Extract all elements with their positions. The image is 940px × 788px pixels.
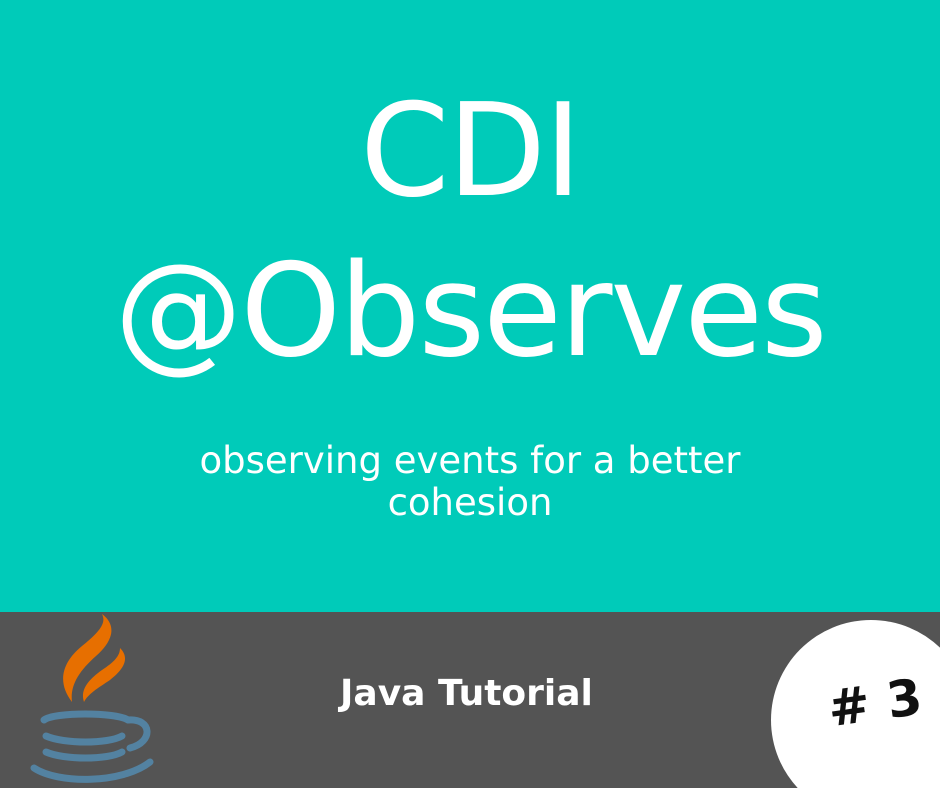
java-coffee-cup-icon xyxy=(30,614,154,783)
episode-number: # 3 xyxy=(824,667,926,739)
footer-panel: Java Tutorial # 3 xyxy=(0,612,940,788)
subtitle-line-2: cohesion xyxy=(387,480,553,524)
series-label: Java Tutorial xyxy=(340,673,593,714)
title-line-observes: @Observes xyxy=(114,237,827,386)
title-line-cdi: CDI xyxy=(360,77,582,226)
subtitle-line-1: observing events for a better xyxy=(199,439,741,482)
header-panel: CDI @Observes observing events for a bet… xyxy=(0,0,940,612)
episode-badge: # 3 xyxy=(771,620,940,788)
subtitle: observing events for a better cohesion xyxy=(120,440,820,524)
